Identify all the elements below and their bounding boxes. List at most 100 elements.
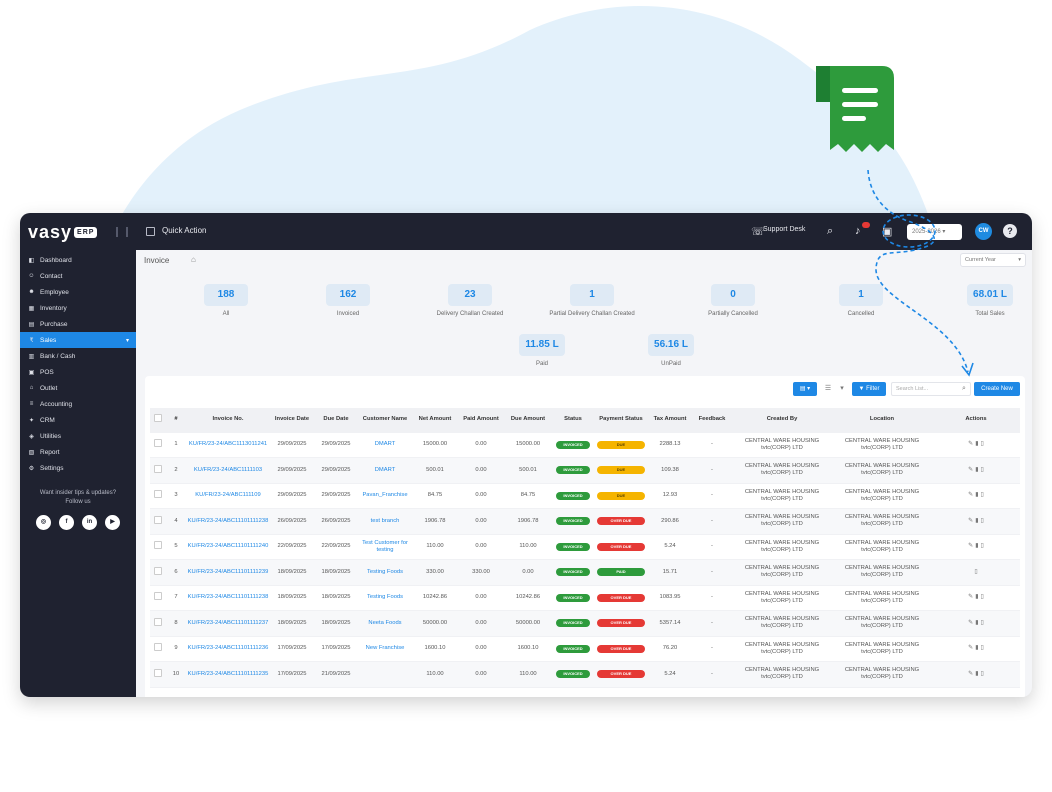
row-checkbox[interactable]	[150, 533, 166, 560]
youtube-icon[interactable]: ▶	[105, 515, 120, 530]
select-all-checkbox[interactable]	[150, 408, 166, 432]
col-header[interactable]: Location	[832, 408, 932, 432]
help-icon[interactable]: ?	[1003, 224, 1017, 238]
stat-card[interactable]: 1 Partial Delivery Challan Created	[532, 284, 652, 317]
col-header[interactable]: #	[166, 408, 186, 432]
sidebar-item-accounting[interactable]: ≡ Accounting	[20, 396, 136, 412]
edit-icon[interactable]: ✎	[968, 492, 973, 499]
col-header[interactable]: Net Amount	[412, 408, 458, 432]
user-avatar[interactable]: CW	[975, 223, 992, 240]
stat-card[interactable]: 188 All	[166, 284, 286, 317]
linkedin-icon[interactable]: in	[82, 515, 97, 530]
col-header[interactable]: Tax Amount	[648, 408, 692, 432]
financial-year-select[interactable]: 2025-2026 ▾	[907, 224, 962, 240]
sidebar-item-contact[interactable]: ☺ Contact	[20, 268, 136, 284]
sidebar-item-pos[interactable]: ▣ POS	[20, 364, 136, 380]
invoice-link[interactable]: KU/FR/23-24/ABC11101111240	[188, 543, 269, 549]
sidebar-item-sales[interactable]: ₹ Sales ▾	[20, 332, 136, 348]
customer-link[interactable]: test branch	[371, 518, 400, 524]
quick-action-menu[interactable]: Quick Action	[162, 226, 206, 235]
sidebar-toggle-icon[interactable]	[116, 227, 128, 237]
customer-link[interactable]: Pavan_Franchise	[362, 492, 407, 498]
table-row[interactable]: 7 KU/FR/23-24/ABC11101111238 18/09/2025 18/…	[150, 584, 1020, 611]
invoice-link[interactable]: KU/FR/23-24/ABC11101111235	[188, 671, 269, 677]
sidebar-item-purchase[interactable]: ▤ Purchase	[20, 316, 136, 332]
document-icon[interactable]: ▯	[981, 671, 984, 678]
col-header[interactable]: Due Date	[314, 408, 358, 432]
sidebar-item-crm[interactable]: ✦ CRM	[20, 412, 136, 428]
bell-icon[interactable]: ♪	[855, 225, 861, 237]
edit-icon[interactable]: ✎	[968, 543, 973, 550]
sidebar-item-dashboard[interactable]: ◧ Dashboard	[20, 252, 136, 268]
facebook-icon[interactable]: f	[59, 515, 74, 530]
sidebar-item-utilities[interactable]: ◈ Utilities	[20, 428, 136, 444]
col-header[interactable]: Payment Status	[594, 408, 648, 432]
col-header[interactable]: Created By	[732, 408, 832, 432]
table-row[interactable]: 6 KU/FR/23-24/ABC11101111239 18/09/2025 18/…	[150, 559, 1020, 585]
delete-icon[interactable]: ▮	[975, 492, 978, 499]
invoice-link[interactable]: KU/FR/23-24/ABC11101111238	[188, 594, 269, 600]
row-checkbox[interactable]	[150, 661, 166, 687]
table-row[interactable]: 8 KU/FR/23-24/ABC11101111237 18/09/2025 18/…	[150, 610, 1020, 636]
row-checkbox[interactable]	[150, 559, 166, 585]
row-checkbox[interactable]	[150, 635, 166, 662]
customer-link[interactable]: Neeta Foods	[368, 620, 401, 626]
invoice-link[interactable]: KU/FR/23-24/ABC111109	[195, 492, 260, 498]
app-logo[interactable]: vasy ERP	[28, 222, 98, 243]
customer-link[interactable]: New Franchise	[366, 645, 405, 651]
edit-icon[interactable]: ✎	[968, 441, 973, 448]
invoice-link[interactable]: KU/FR/23-24/ABC1113011241	[189, 441, 267, 447]
sidebar-item-settings[interactable]: ⚙ Settings	[20, 460, 136, 476]
store-icon[interactable]: ▣	[882, 225, 892, 238]
delete-icon[interactable]: ▮	[975, 620, 978, 627]
stat-card[interactable]: 56.16 L UnPaid	[611, 334, 731, 367]
stat-card[interactable]: 23 Delivery Challan Created	[410, 284, 530, 317]
document-icon[interactable]: ▯	[981, 467, 984, 474]
invoice-link[interactable]: KU/FR/23-24/ABC1111103	[194, 467, 262, 473]
customer-link[interactable]: DMART	[375, 467, 396, 473]
customer-link[interactable]: Testing Foods	[367, 569, 403, 575]
row-checkbox[interactable]	[150, 610, 166, 636]
document-icon[interactable]: ▯	[981, 518, 984, 525]
stat-card[interactable]: 1 Cancelled	[801, 284, 921, 317]
table-row[interactable]: 5 KU/FR/23-24/ABC11101111240 22/09/2025 22/…	[150, 533, 1020, 560]
instagram-icon[interactable]: ◎	[36, 515, 51, 530]
delete-icon[interactable]: ▮	[975, 518, 978, 525]
columns-icon[interactable]: ☰	[821, 382, 835, 396]
table-row[interactable]: 10 KU/FR/23-24/ABC11101111235 17/09/2025 21…	[150, 661, 1020, 687]
row-checkbox[interactable]	[150, 508, 166, 534]
delete-icon[interactable]: ▮	[975, 543, 978, 550]
sidebar-item-report[interactable]: ▧ Report	[20, 444, 136, 460]
col-header[interactable]: Actions	[932, 408, 1020, 432]
delete-icon[interactable]: ▮	[975, 645, 978, 652]
document-icon[interactable]: ▯	[974, 569, 977, 576]
edit-icon[interactable]: ✎	[968, 671, 973, 678]
document-icon[interactable]: ▯	[981, 441, 984, 448]
row-checkbox[interactable]	[150, 431, 166, 458]
row-checkbox[interactable]	[150, 482, 166, 509]
col-header[interactable]: Paid Amount	[458, 408, 504, 432]
document-icon[interactable]: ▯	[981, 645, 984, 652]
sidebar-item-employee[interactable]: ☻ Employee	[20, 284, 136, 300]
customer-link[interactable]: Testing Foods	[367, 594, 403, 600]
filter-button[interactable]: ▼ Filter	[852, 382, 886, 396]
col-header[interactable]: Invoice Date	[270, 408, 314, 432]
invoice-link[interactable]: KU/FR/23-24/ABC11101111237	[188, 620, 269, 626]
col-header[interactable]: Due Amount	[504, 408, 552, 432]
row-checkbox[interactable]	[150, 457, 166, 483]
stat-card[interactable]: 11.85 L Paid	[482, 334, 602, 367]
table-row[interactable]: 3 KU/FR/23-24/ABC111109 29/09/2025 29/09/20…	[150, 482, 1020, 509]
create-new-button[interactable]: Create New	[974, 382, 1020, 396]
col-header[interactable]: Feedback	[692, 408, 732, 432]
edit-icon[interactable]: ✎	[968, 594, 973, 601]
customer-link[interactable]: Test Customer for testing	[362, 540, 408, 553]
invoice-link[interactable]: KU/FR/23-24/ABC11101111238	[188, 518, 269, 524]
sidebar-item-bank-cash[interactable]: ▥ Bank / Cash	[20, 348, 136, 364]
stat-card[interactable]: 162 Invoiced	[288, 284, 408, 317]
delete-icon[interactable]: ▮	[975, 467, 978, 474]
table-row[interactable]: 4 KU/FR/23-24/ABC11101111238 26/09/2025 26/…	[150, 508, 1020, 534]
export-button[interactable]: ▤ ▾	[793, 382, 817, 396]
table-row[interactable]: 2 KU/FR/23-24/ABC1111103 29/09/2025 29/09/2…	[150, 457, 1020, 483]
col-header[interactable]: Invoice No.	[186, 408, 270, 432]
row-checkbox[interactable]	[150, 584, 166, 611]
